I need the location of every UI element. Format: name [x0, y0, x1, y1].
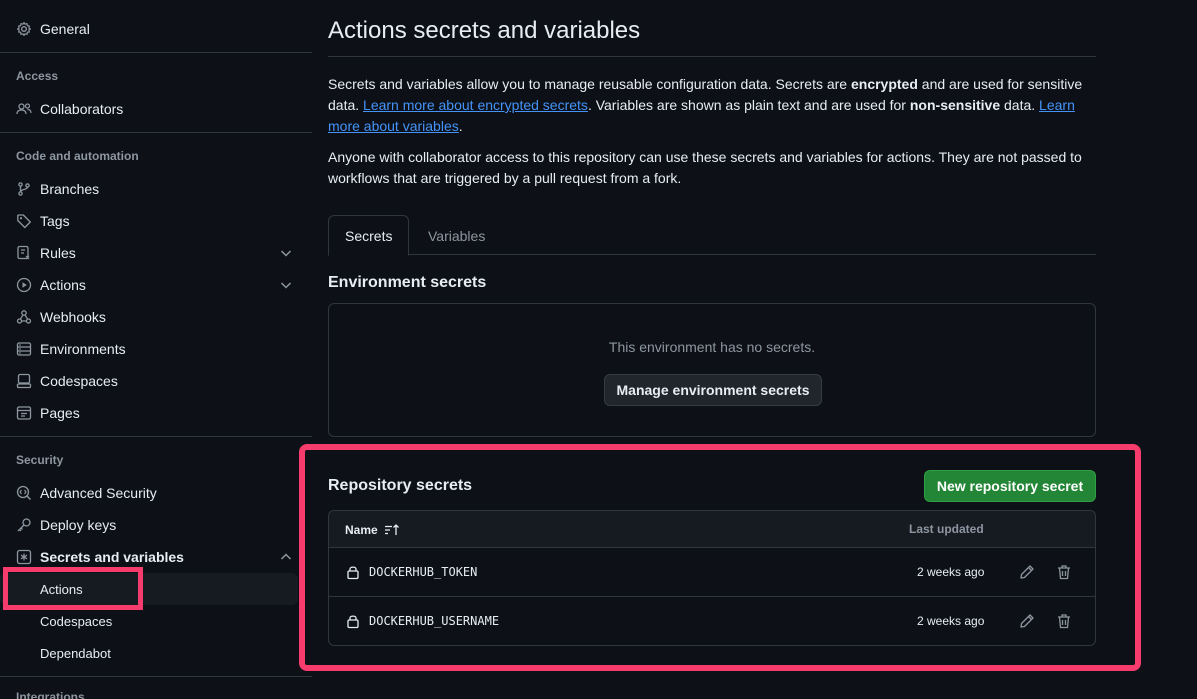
title-divider — [328, 56, 1096, 57]
sidebar-item-codespaces[interactable]: Codespaces — [0, 365, 298, 397]
intro-paragraph: Secrets and variables allow you to manag… — [328, 74, 1096, 137]
pencil-icon[interactable] — [1019, 613, 1037, 631]
environment-secrets-heading: Environment secrets — [328, 274, 487, 291]
secret-updated: 2 weeks ago — [917, 565, 985, 579]
intro-text: data. — [1000, 97, 1040, 113]
sidebar-item-secrets-variables[interactable]: Secrets and variables — [0, 541, 298, 573]
sidebar-item-actions[interactable]: Actions — [0, 269, 298, 301]
sidebar-item-branches[interactable]: Branches — [0, 173, 298, 205]
sidebar-item-label: Advanced Security — [40, 485, 157, 501]
collaborator-note: Anyone with collaborator access to this … — [328, 149, 1082, 186]
sidebar-item-general[interactable]: General — [0, 13, 298, 45]
sidebar-item-label: Branches — [40, 181, 100, 197]
sidebar-item-label: Deploy keys — [40, 517, 117, 533]
table-header: Name Last updated — [329, 511, 1095, 548]
trash-icon[interactable] — [1056, 564, 1074, 582]
sidebar-item-collaborators[interactable]: Collaborators — [0, 93, 298, 125]
git-branch-icon — [16, 181, 32, 197]
sidebar-item-label: Webhooks — [40, 309, 106, 325]
sidebar-group-access: Access — [16, 69, 59, 83]
webhook-icon — [16, 309, 32, 325]
sidebar-item-label: Secrets and variables — [40, 549, 184, 565]
browser-icon — [16, 405, 32, 421]
sidebar-item-tags[interactable]: Tags — [0, 205, 298, 237]
intro-text: . Variables are shown as plain text and … — [587, 97, 910, 113]
play-circle-icon — [16, 277, 32, 293]
page-title: Actions secrets and variables — [328, 17, 641, 44]
lock-icon — [345, 613, 361, 629]
chevron-down-icon — [278, 245, 294, 261]
environment-secrets-box: This environment has no secrets. Manage … — [328, 303, 1096, 437]
sidebar-subitem-dependabot[interactable]: Dependabot — [0, 637, 298, 669]
sidebar-subitem-codespaces[interactable]: Codespaces — [0, 605, 298, 637]
settings-page: General Access Collaborators Code and au… — [0, 0, 1197, 699]
learn-encrypted-secrets-link[interactable]: Learn more about encrypted secrets — [363, 97, 588, 113]
sidebar-item-label: Pages — [40, 405, 80, 421]
sidebar-item-label: General — [40, 21, 90, 37]
trash-icon[interactable] — [1056, 613, 1074, 631]
sort-ascending-icon — [384, 524, 399, 535]
secret-name: DOCKERHUB_USERNAME — [369, 614, 500, 628]
new-repository-secret-button[interactable]: New repository secret — [924, 470, 1096, 502]
empty-state-text: This environment has no secrets. — [608, 339, 816, 355]
column-header-label: Name — [345, 523, 378, 537]
sidebar-item-label: Codespaces — [40, 373, 118, 389]
sidebar-item-label: Rules — [40, 245, 76, 261]
sidebar-item-deploy-keys[interactable]: Deploy keys — [0, 509, 298, 541]
settings-sidebar: General Access Collaborators Code and au… — [0, 0, 312, 699]
chevron-down-icon — [278, 277, 294, 293]
codespaces-icon — [16, 373, 32, 389]
sidebar-item-pages[interactable]: Pages — [0, 397, 298, 429]
sidebar-divider — [0, 132, 312, 133]
sidebar-item-rules[interactable]: Rules — [0, 237, 298, 269]
sidebar-divider — [0, 676, 312, 677]
repository-secrets-heading: Repository secrets — [328, 477, 473, 494]
secrets-variables-tabs: Secrets Variables — [328, 215, 1096, 256]
sidebar-group-code-automation: Code and automation — [16, 149, 139, 163]
secret-name: DOCKERHUB_TOKEN — [369, 565, 478, 579]
sidebar-item-label: Collaborators — [40, 101, 124, 117]
intro-bold-non-sensitive: non-sensitive — [909, 97, 1001, 113]
codescan-icon — [16, 485, 32, 501]
server-icon — [16, 341, 32, 357]
sidebar-item-advanced-security[interactable]: Advanced Security — [0, 477, 298, 509]
key-icon — [16, 517, 32, 533]
people-icon — [16, 101, 32, 117]
pencil-icon[interactable] — [1019, 564, 1037, 582]
tab-secrets[interactable]: Secrets — [328, 215, 410, 256]
tag-icon — [16, 213, 32, 229]
sidebar-divider — [0, 436, 312, 437]
manage-environment-secrets-button[interactable]: Manage environment secrets — [604, 374, 822, 406]
table-row: DOCKERHUB_USERNAME 2 weeks ago — [329, 597, 1095, 645]
intro-bold-encrypted: encrypted — [850, 76, 918, 92]
last-updated-column-header: Last updated — [909, 522, 984, 536]
sidebar-subitem-actions[interactable]: Actions — [0, 573, 298, 605]
sidebar-group-integrations: Integrations — [16, 690, 85, 699]
asterisk-box-icon — [16, 549, 32, 565]
table-row: DOCKERHUB_TOKEN 2 weeks ago — [329, 548, 1095, 597]
gear-icon — [16, 21, 32, 37]
name-column-header[interactable]: Name — [345, 522, 400, 538]
sidebar-group-security: Security — [16, 453, 64, 467]
repository-secrets-table: Name Last updated DOCKERHUB_TOKEN 2 week… — [328, 510, 1096, 646]
tab-variables[interactable]: Variables — [412, 215, 501, 256]
intro-text: Secrets and variables allow you to manag… — [328, 76, 851, 92]
sidebar-item-webhooks[interactable]: Webhooks — [0, 301, 298, 333]
secret-updated: 2 weeks ago — [917, 614, 985, 628]
sidebar-item-label: Actions — [40, 277, 86, 293]
sidebar-item-label: Tags — [40, 213, 70, 229]
sidebar-divider — [0, 52, 312, 53]
rules-icon — [16, 245, 32, 261]
sidebar-item-environments[interactable]: Environments — [0, 333, 298, 365]
sidebar-item-label: Environments — [40, 341, 126, 357]
lock-icon — [345, 564, 361, 580]
chevron-up-icon — [278, 549, 294, 565]
intro-text: . — [458, 118, 463, 134]
